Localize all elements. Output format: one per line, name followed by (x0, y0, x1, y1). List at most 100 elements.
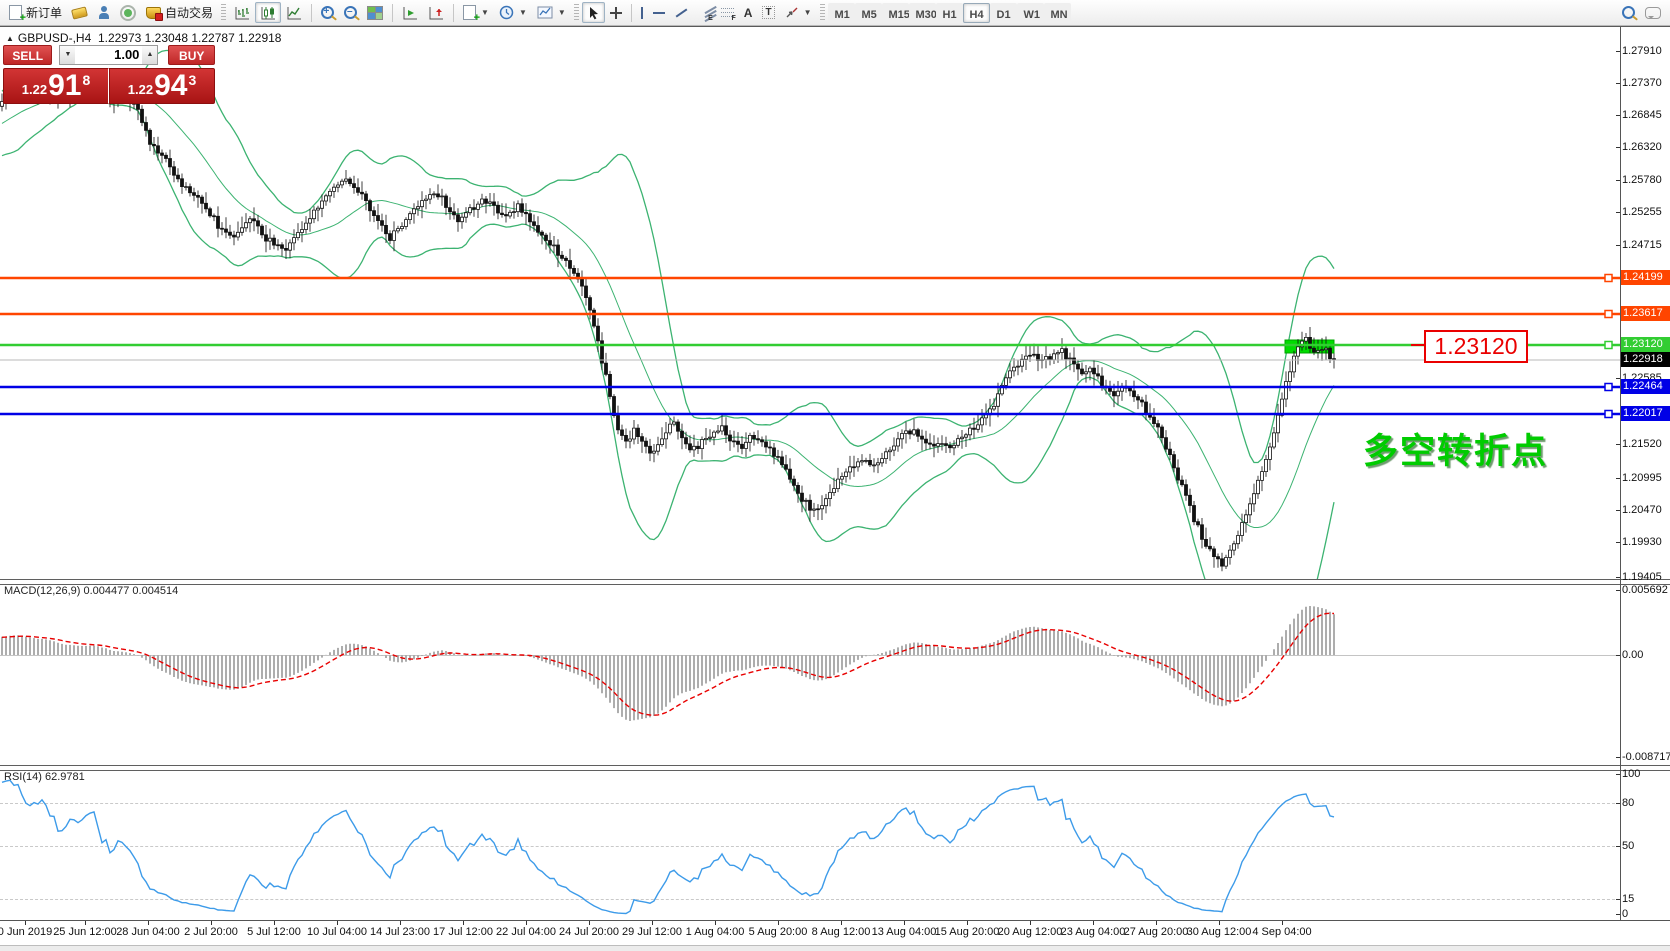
metaeditor-button[interactable] (67, 2, 92, 23)
chart-title: ▲GBPUSD-,H4 1.22973 1.23048 1.22787 1.22… (6, 31, 281, 45)
text-button[interactable]: A (739, 2, 758, 23)
price-axis-tick: 1.26845 (1622, 108, 1662, 122)
community-button[interactable] (92, 2, 115, 23)
buy-price-button[interactable]: 1.22 94 3 (109, 68, 215, 104)
timeframe-button-m15[interactable]: M15 (882, 3, 909, 23)
bid-price-axis-label: 1.22918 (1621, 352, 1670, 367)
trendline-button[interactable] (670, 2, 693, 23)
cursor-icon (587, 6, 600, 20)
volume-input[interactable]: 1.00 (75, 46, 142, 64)
sell-price-button[interactable]: 1.22 91 8 (3, 68, 109, 104)
timeframe-toolbar: M1M5M15M30H1H4D1W1MN (828, 3, 1071, 23)
chat-button[interactable] (1640, 2, 1666, 23)
rsi-axis-tick: 15 (1622, 892, 1634, 906)
chart-canvas[interactable] (0, 0, 1670, 951)
macd-panel-splitter[interactable] (0, 579, 1670, 585)
toolbar-grip[interactable] (221, 4, 226, 22)
buy-price-prefix: 1.22 (128, 82, 153, 97)
horizontal-line-button[interactable] (648, 2, 670, 23)
toolbar-separator (311, 4, 312, 22)
equidistant-channel-button[interactable]: E (693, 2, 716, 23)
arrows-button[interactable]: ▼ (780, 2, 817, 23)
new-order-button[interactable]: 新订单 (4, 2, 67, 23)
trendline-icon (675, 8, 687, 17)
sell-price-prefix: 1.22 (22, 82, 47, 97)
volume-increase-button[interactable]: ▲ (142, 46, 157, 64)
arrow-shapes-icon (785, 6, 799, 19)
timeframe-button-d1[interactable]: D1 (990, 3, 1017, 23)
time-axis-tick (148, 921, 149, 925)
auto-scroll-icon (402, 6, 418, 20)
timeframe-button-m5[interactable]: M5 (855, 3, 882, 23)
time-axis[interactable]: 0 Jun 201925 Jun 12:0028 Jun 04:002 Jul … (0, 921, 1670, 945)
rsi-panel-splitter[interactable] (0, 765, 1670, 771)
timeframe-button-m1[interactable]: M1 (828, 3, 855, 23)
autotrading-button[interactable]: 自动交易 (141, 2, 218, 23)
timeframe-button-h1[interactable]: H1 (936, 3, 963, 23)
crosshair-icon (610, 7, 622, 19)
price-tag-label[interactable]: 1.23120 (1424, 330, 1528, 363)
timeframe-button-mn[interactable]: MN (1044, 3, 1071, 23)
toolbar-separator (392, 4, 393, 22)
buy-button[interactable]: BUY (168, 45, 215, 65)
price-tag-connector (1411, 344, 1424, 346)
text-label-icon: T (762, 6, 774, 19)
sell-button[interactable]: SELL (3, 45, 52, 65)
collapse-icon[interactable]: ▲ (6, 34, 14, 43)
macd-axis-tick: 0.00 (1622, 648, 1643, 662)
crosshair-button[interactable] (605, 2, 627, 23)
macd-axis-tick: 0.005692 (1622, 583, 1668, 597)
timeframe-button-w1[interactable]: W1 (1017, 3, 1044, 23)
line-chart-button[interactable] (281, 2, 307, 23)
search-button[interactable] (1617, 2, 1640, 23)
toolbar-grip[interactable] (820, 4, 825, 22)
text-label-button[interactable]: T (757, 2, 779, 23)
autotrading-label: 自动交易 (165, 4, 213, 21)
time-axis-tick (904, 921, 905, 925)
price-axis-tick: 1.21520 (1622, 437, 1662, 451)
fibonacci-button[interactable]: F (716, 2, 739, 23)
time-axis-tick (652, 921, 653, 925)
toolbar-grip[interactable] (574, 4, 579, 22)
volume-decrease-button[interactable]: ▼ (60, 46, 75, 64)
indicators-button[interactable]: ▼ (458, 2, 494, 23)
time-axis-tick (715, 921, 716, 925)
rsi-axis-tick: 80 (1622, 796, 1634, 810)
zoom-out-button[interactable] (339, 2, 362, 23)
text-icon: A (744, 6, 753, 20)
cursor-button[interactable] (582, 2, 605, 23)
timeframe-button-h4[interactable]: H4 (963, 3, 990, 23)
timeframe-button-m30[interactable]: M30 (909, 3, 936, 23)
macd-histogram (2, 606, 1334, 721)
templates-button[interactable]: ▼ (532, 2, 571, 23)
auto-scroll-button[interactable] (397, 2, 423, 23)
time-axis-tick (778, 921, 779, 925)
time-axis-tick (1030, 921, 1031, 925)
chart-shift-button[interactable] (423, 2, 449, 23)
chat-icon (1645, 7, 1661, 19)
vertical-line-icon (641, 7, 643, 19)
chevron-down-icon: ▼ (481, 8, 489, 17)
periods-button[interactable]: ▼ (494, 2, 532, 23)
rsi-indicator-label: RSI(14) 62.9781 (4, 771, 85, 783)
toolbar-separator (631, 4, 632, 22)
time-axis-tick (967, 921, 968, 925)
level-price-axis-label: 1.22464 (1621, 379, 1670, 394)
vertical-line-button[interactable] (636, 2, 648, 23)
macd-axis-tick: -0.008717 (1622, 750, 1670, 764)
time-axis-label: 4 Sep 04:00 (1242, 926, 1322, 938)
price-axis-tick: 1.27370 (1622, 76, 1662, 90)
turning-point-annotation[interactable]: 多空转折点 (1363, 423, 1548, 474)
window-bottom-strip (0, 945, 1670, 951)
price-axis-tick: 1.20995 (1622, 471, 1662, 485)
bull-candles (1, 83, 1328, 566)
level-line-anchor (1605, 311, 1612, 318)
tile-windows-button[interactable] (362, 2, 388, 23)
signals-button[interactable] (115, 2, 141, 23)
buy-price-sup: 3 (188, 72, 196, 88)
candlestick-chart-button[interactable] (255, 2, 281, 23)
bar-chart-button[interactable] (229, 2, 255, 23)
time-axis-tick (400, 921, 401, 925)
zoom-in-button[interactable] (316, 2, 339, 23)
price-axis-tick: 1.27910 (1622, 44, 1662, 58)
